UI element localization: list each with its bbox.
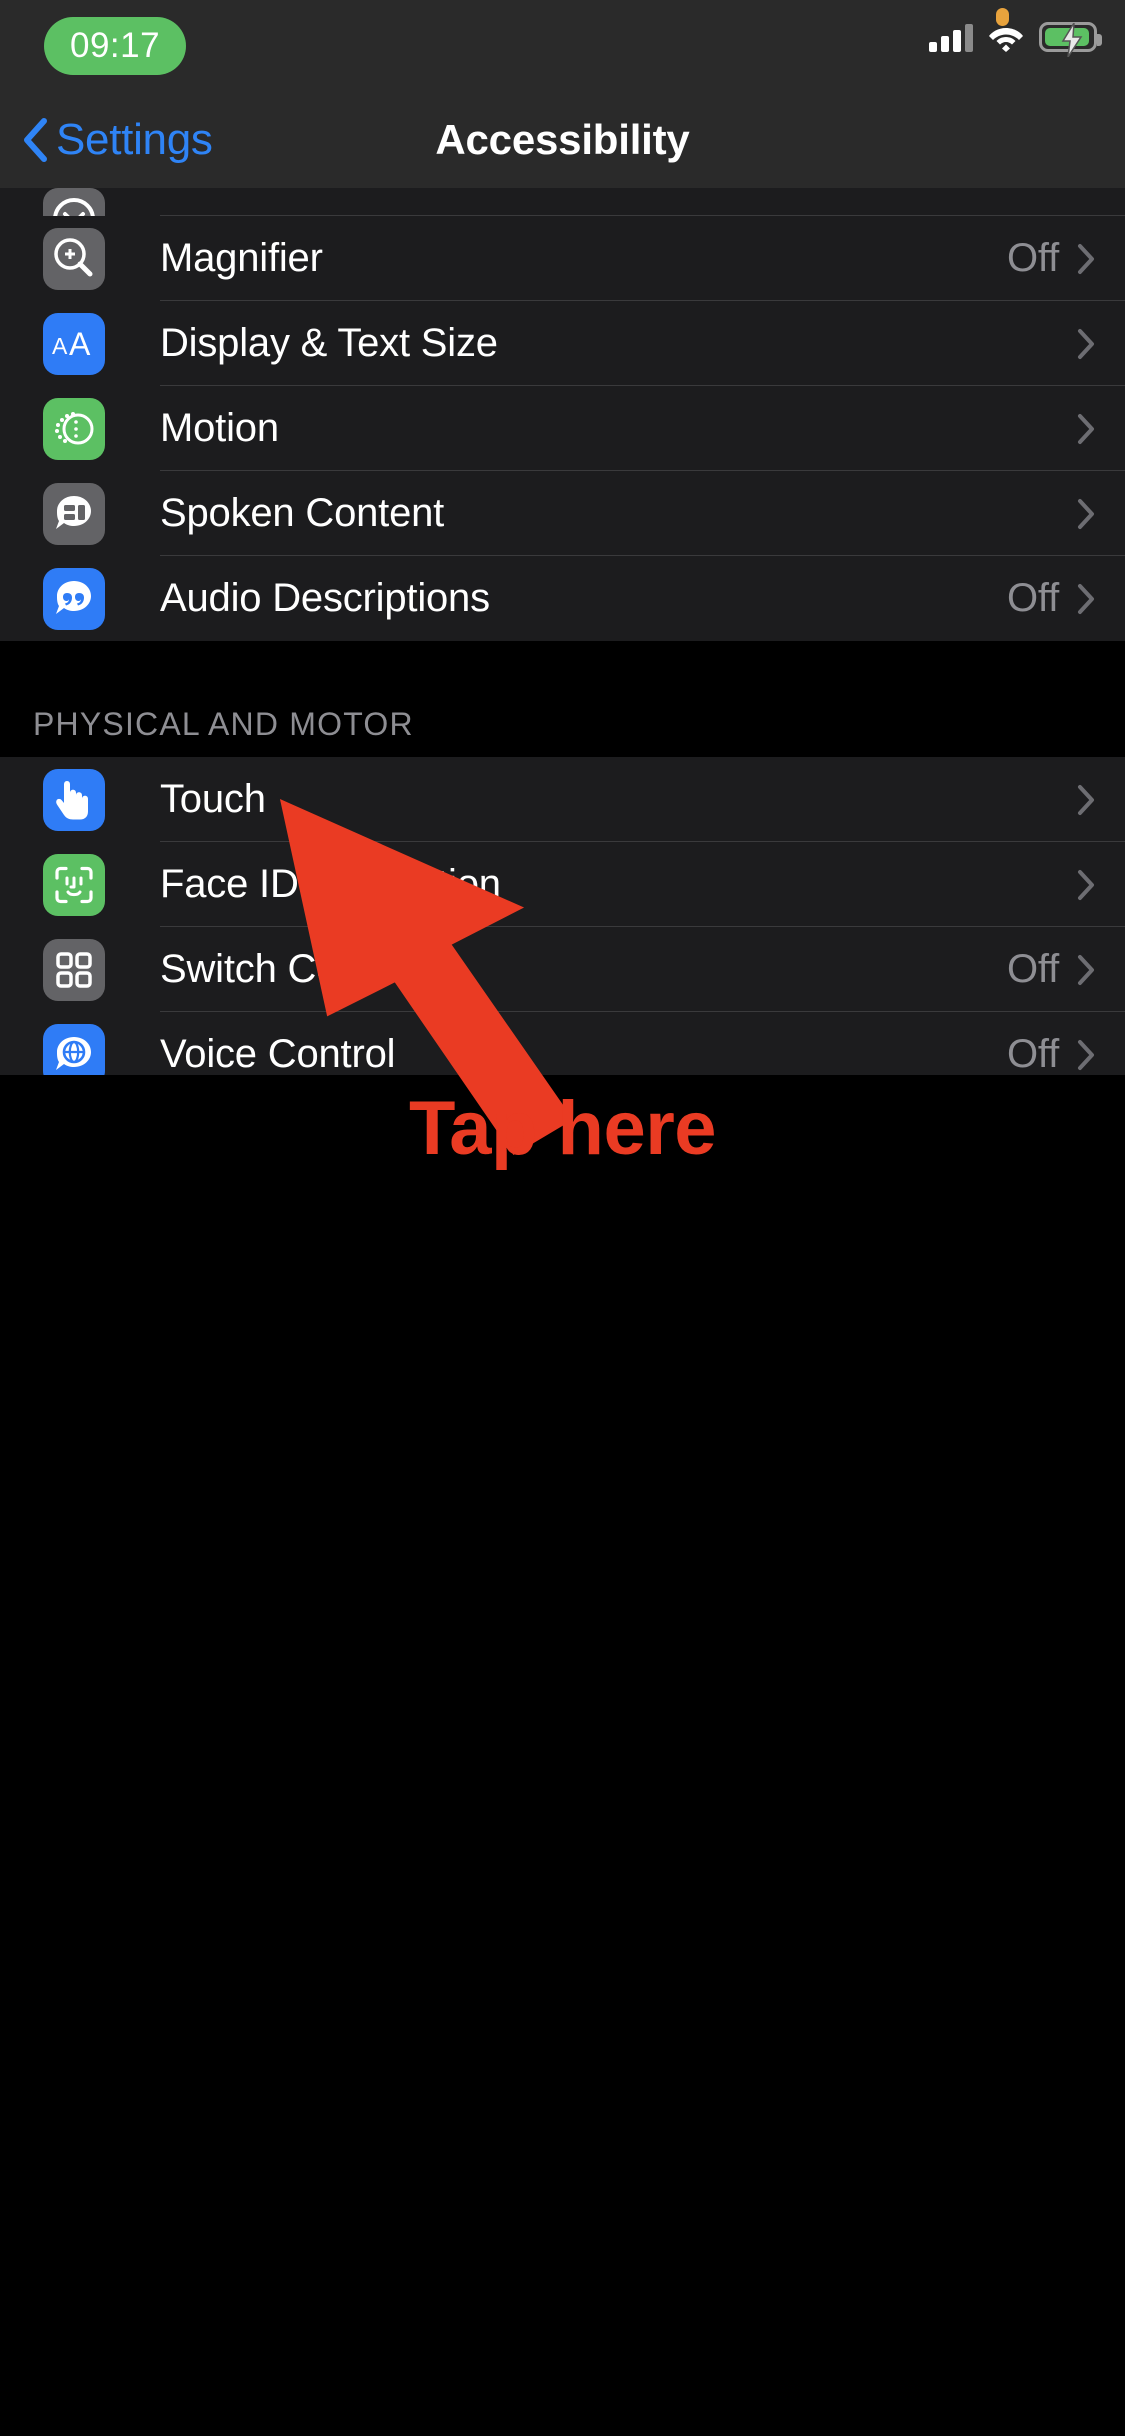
list-item-label: Face ID & Attention xyxy=(160,862,501,906)
section-header-label: PHYSICAL AND MOTOR xyxy=(33,706,414,742)
list-item-face-id-attention[interactable]: Face ID & Attention xyxy=(0,842,1125,927)
list-item-label: Spoken Content xyxy=(160,491,445,535)
battery-charging-icon xyxy=(1039,22,1102,57)
partial-cut-icon xyxy=(43,188,105,216)
list-item-value: Off xyxy=(1006,1032,1059,1075)
list-item-label: Voice Control xyxy=(160,1032,396,1075)
chevron-right-icon xyxy=(1078,243,1094,274)
chevron-right-icon xyxy=(1078,583,1094,614)
navigation-bar: Settings Accessibility xyxy=(0,92,1125,188)
motion-icon xyxy=(43,397,105,460)
list-item-label: Touch xyxy=(160,777,266,821)
chevron-right-icon xyxy=(1078,328,1094,359)
chevron-right-icon xyxy=(1078,869,1094,900)
svg-text:A: A xyxy=(69,326,91,362)
chevron-right-icon xyxy=(1078,954,1094,985)
spoken-content-icon xyxy=(43,482,105,545)
settings-list[interactable]: Magnifier Off A A Display & Text Size Mo… xyxy=(0,188,1125,1075)
list-item-label: Display & Text Size xyxy=(160,321,498,365)
page-title: Accessibility xyxy=(435,116,690,163)
chevron-right-icon xyxy=(1078,498,1094,529)
face-id-icon xyxy=(43,853,105,916)
cellular-signal-icon xyxy=(929,22,973,52)
list-item-spoken-content[interactable]: Spoken Content xyxy=(0,471,1125,556)
voice-control-icon xyxy=(43,1023,105,1075)
switch-control-grid-icon xyxy=(43,938,105,1001)
list-item-magnifier[interactable]: Magnifier Off xyxy=(0,216,1125,301)
wifi-icon xyxy=(987,22,1025,52)
list-item-label: Switch Control xyxy=(160,947,416,991)
tap-here-caption: Tap here xyxy=(408,1086,717,1171)
list-item-motion[interactable]: Motion xyxy=(0,386,1125,471)
list-item-touch[interactable]: Touch xyxy=(0,757,1125,842)
phone-screen: 09:17 Settings Accessibility Magnifier O… xyxy=(0,0,1125,2436)
list-item-display-text-size[interactable]: A A Display & Text Size xyxy=(0,301,1125,386)
list-item-value: Off xyxy=(1006,947,1059,991)
chevron-right-icon xyxy=(1078,1039,1094,1070)
list-item-label: Motion xyxy=(160,406,279,450)
touch-hand-icon xyxy=(43,768,105,831)
list-item-value: Off xyxy=(1006,576,1059,620)
list-item-value: Off xyxy=(1006,236,1059,280)
chevron-right-icon xyxy=(1078,784,1094,815)
list-item-partial[interactable] xyxy=(0,188,1125,216)
list-item-label: Magnifier xyxy=(160,236,323,280)
list-item-label: Audio Descriptions xyxy=(160,576,490,620)
aa-text-size-icon: A A xyxy=(43,312,105,375)
section-header-physical-and-motor: PHYSICAL AND MOTOR xyxy=(0,641,1125,757)
magnifier-icon xyxy=(43,227,105,290)
status-time-pill[interactable]: 09:17 xyxy=(44,17,187,75)
status-indicators xyxy=(929,22,1102,57)
status-bar: 09:17 xyxy=(0,0,1125,92)
list-item-switch-control[interactable]: Switch Control Off xyxy=(0,927,1125,1012)
list-item-voice-control[interactable]: Voice Control Off xyxy=(0,1012,1125,1075)
settings-group-physical-and-motor: Touch Face ID & Attention Switch Control… xyxy=(0,757,1125,1075)
list-item-audio-descriptions[interactable]: Audio Descriptions Off xyxy=(0,556,1125,641)
status-time: 09:17 xyxy=(70,26,161,65)
audio-descriptions-icon xyxy=(43,567,105,630)
svg-text:A: A xyxy=(52,333,68,359)
chevron-right-icon xyxy=(1078,413,1094,444)
settings-group-vision: Magnifier Off A A Display & Text Size Mo… xyxy=(0,188,1125,641)
bottom-black-area xyxy=(0,1075,1125,2436)
